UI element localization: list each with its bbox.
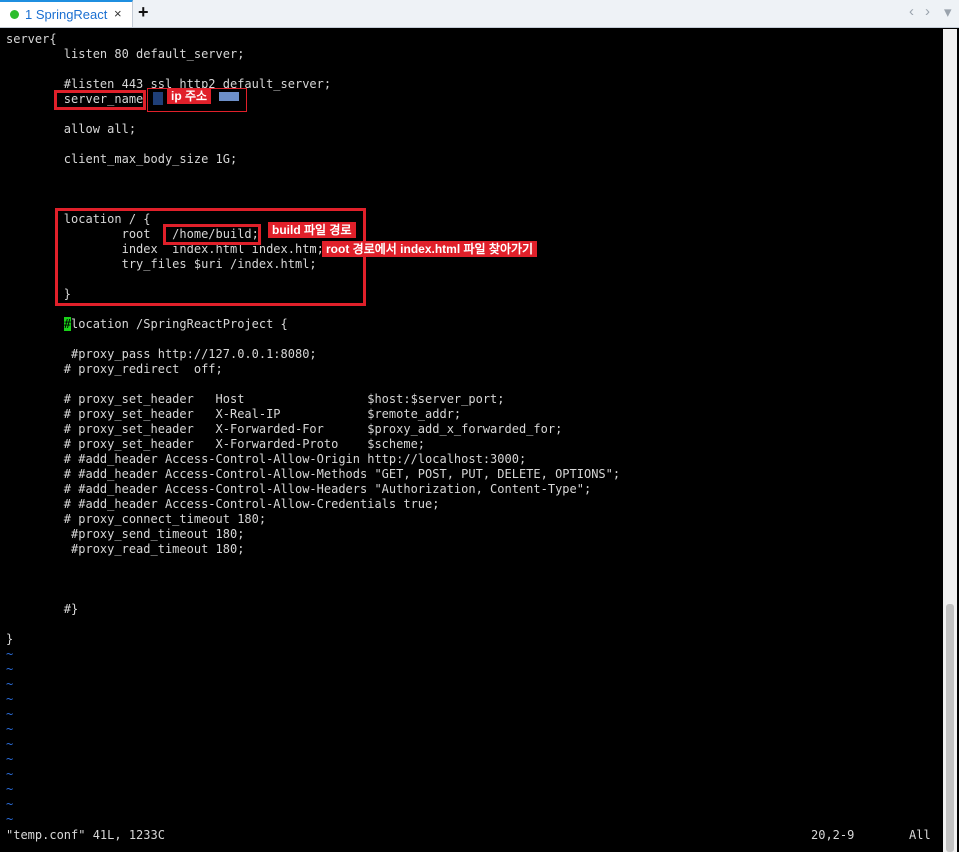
empty-line-marker: ~: [6, 677, 14, 691]
empty-line-marker: ~: [6, 782, 14, 796]
empty-line-marker: ~: [6, 722, 14, 736]
code-line: # #add_header Access-Control-Allow-Origi…: [6, 452, 527, 466]
ip-address-label: ip 주소: [167, 88, 212, 104]
code-line: allow all;: [6, 122, 137, 136]
code-line: # proxy_set_header X-Real-IP $remote_add…: [6, 407, 462, 421]
code-line: # proxy_redirect off;: [6, 362, 223, 376]
text-cursor: #: [63, 317, 72, 331]
add-tab-icon[interactable]: +: [138, 2, 149, 23]
root-index-label: root 경로에서 index.html 파일 찾아가기: [322, 241, 538, 257]
code-line: #proxy_send_timeout 180;: [6, 527, 245, 541]
empty-line-marker: ~: [6, 662, 14, 676]
code-line: #}: [6, 602, 79, 616]
code-line: server{: [6, 32, 57, 46]
status-file-info: "temp.conf" 41L, 1233C: [6, 828, 165, 842]
vim-buffer[interactable]: server{ listen 80 default_server; #liste…: [6, 32, 620, 827]
empty-line-marker: ~: [6, 797, 14, 811]
code-line: }: [6, 632, 14, 646]
tab-label: 1 SpringReact: [25, 7, 108, 22]
code-line: # #add_header Access-Control-Allow-Crede…: [6, 497, 440, 511]
empty-line-marker: ~: [6, 752, 14, 766]
empty-line-marker: ~: [6, 707, 14, 721]
empty-line-marker: ~: [6, 647, 14, 661]
chevron-right-icon[interactable]: ›: [925, 3, 930, 20]
build-path-label: build 파일 경로: [268, 222, 356, 238]
status-cursor-position: 20,2-9: [811, 828, 855, 842]
code-line: # proxy_set_header Host $host:$server_po…: [6, 392, 505, 406]
code-line: #proxy_pass http://127.0.0.1:8080;: [6, 347, 317, 361]
connection-status-icon: [10, 10, 19, 19]
chevron-down-icon[interactable]: ▾: [944, 3, 952, 21]
code-line: # proxy_set_header X-Forwarded-Proto $sc…: [6, 437, 426, 451]
code-line: # proxy_set_header X-Forwarded-For $prox…: [6, 422, 563, 436]
build-path-highlight: [163, 224, 261, 245]
empty-line-marker: ~: [6, 767, 14, 781]
scrollbar-thumb[interactable]: [946, 604, 954, 852]
vim-status-line: "temp.conf" 41L, 1233C 20,2-9 All: [6, 828, 936, 843]
empty-line-marker: ~: [6, 692, 14, 706]
code-line: #proxy_read_timeout 180;: [6, 542, 245, 556]
status-scroll-position: All: [909, 828, 931, 842]
scrollbar[interactable]: [943, 29, 957, 852]
empty-line-marker: ~: [6, 812, 14, 826]
close-icon[interactable]: ×: [114, 6, 122, 21]
code-line: client_max_body_size 1G;: [6, 152, 238, 166]
empty-line-marker: ~: [6, 737, 14, 751]
code-line: # #add_header Access-Control-Allow-Heade…: [6, 482, 592, 496]
terminal-view[interactable]: server{ listen 80 default_server; #liste…: [1, 29, 941, 852]
server-name-highlight: [54, 90, 146, 110]
tab-springreact[interactable]: 1 SpringReact ×: [0, 0, 133, 27]
code-line-cursor: #location /SpringReactProject {: [63, 317, 288, 331]
tab-bar: 1 SpringReact × + ‹ › ▾: [0, 0, 959, 28]
code-line: listen 80 default_server;: [6, 47, 245, 61]
code-line: # proxy_connect_timeout 180;: [6, 512, 267, 526]
chevron-left-icon[interactable]: ‹: [909, 3, 914, 20]
code-line: # #add_header Access-Control-Allow-Metho…: [6, 467, 621, 481]
